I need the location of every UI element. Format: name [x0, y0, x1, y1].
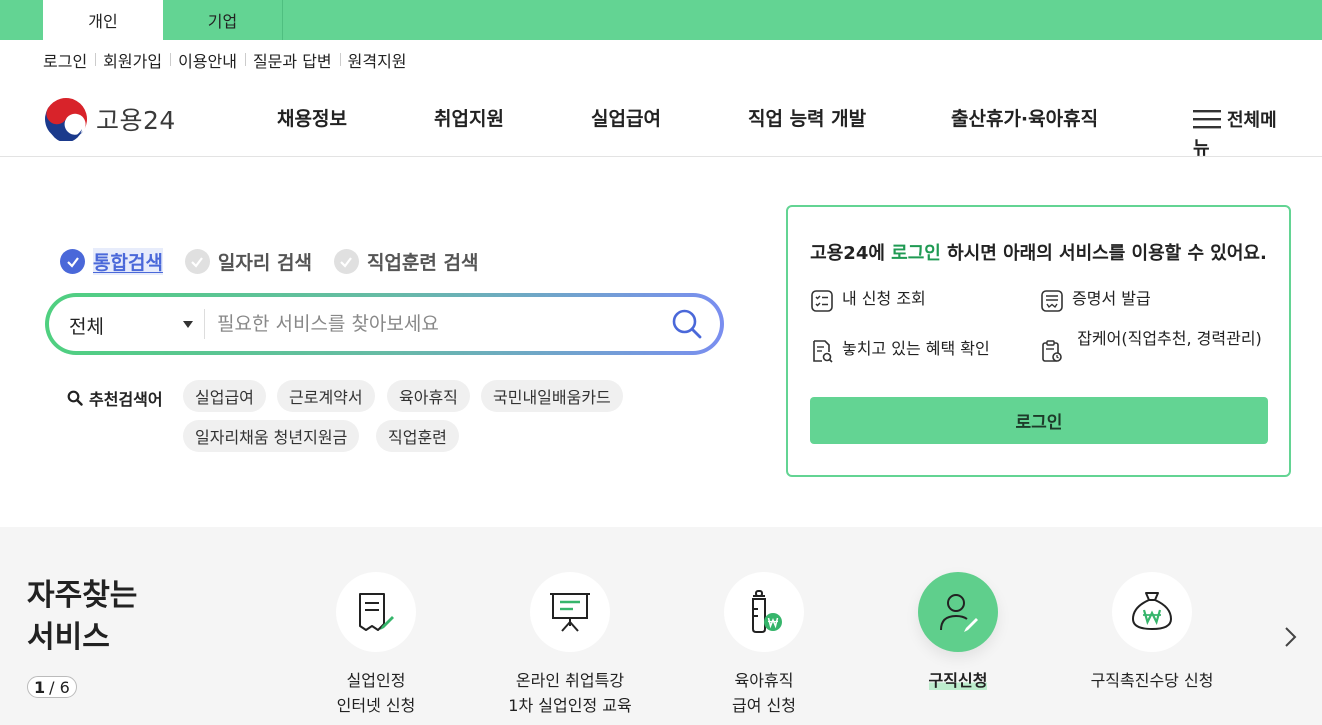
search-button[interactable] [669, 306, 705, 342]
logo-text: 고용24 [96, 106, 176, 135]
service-job-application[interactable]: 구직신청 [858, 572, 1058, 693]
tab-corporate[interactable]: 기업 [163, 0, 283, 40]
keyword-chip[interactable]: 일자리채움 청년지원금 [183, 420, 360, 452]
check-icon [184, 249, 210, 274]
service-label: 구직신청 [928, 671, 988, 690]
frequent-services-title: 자주찾는 서비스 [27, 578, 138, 655]
login-button[interactable]: 로그인 [810, 397, 1268, 444]
search-type-options: 통합검색 일자리 검색 직업훈련 검색 [60, 248, 500, 275]
service-label: 온라인 취업특강 1차 실업인정 교육 [508, 671, 632, 715]
chevron-right-icon[interactable] [1280, 625, 1300, 649]
service-unemployment-recognition[interactable]: 실업인정 인터넷 신청 [276, 572, 476, 718]
search-icon [672, 309, 702, 339]
search-input[interactable] [217, 306, 657, 342]
nav-job-info[interactable]: 채용정보 [277, 104, 347, 131]
category-select[interactable]: 전체 [69, 312, 104, 339]
login-panel-title: 고용24에 로그인 하시면 아래의 서비스를 이용할 수 있어요. [810, 243, 1267, 264]
frequent-services-section: 자주찾는 서비스 1/ 6 실업인정 인터넷 신청 온라인 취업특강 1차 실업… [0, 527, 1322, 725]
utility-links: 로그인 회원가입 이용안내 질문과 답변 원격지원 [43, 48, 415, 72]
top-bar: 개인 기업 [0, 0, 1322, 40]
baby-bottle-icon [752, 590, 782, 633]
money-bag-icon [1131, 592, 1173, 631]
header-divider [0, 156, 1322, 157]
document-search-icon [813, 340, 833, 363]
keyword-chip[interactable]: 육아휴직 [387, 380, 470, 412]
service-label: 육아휴직 급여 신청 [732, 671, 796, 715]
tab-personal[interactable]: 개인 [43, 0, 163, 40]
checklist-icon [811, 290, 833, 312]
recommended-keywords-label: 추천검색어 [67, 386, 163, 410]
hamburger-icon [1193, 110, 1221, 129]
missed-benefits-item[interactable]: 놓치고 있는 혜택 확인 [810, 339, 990, 363]
taegeuk-logo-icon [45, 98, 87, 141]
option-job-search[interactable]: 일자리 검색 [184, 248, 312, 275]
qna-link[interactable]: 질문과 답변 [244, 48, 340, 72]
keyword-chip[interactable]: 실업급여 [183, 380, 266, 412]
service-label: 실업인정 인터넷 신청 [336, 671, 416, 715]
document-edit-icon [359, 593, 394, 631]
check-icon [60, 249, 85, 274]
login-panel: 고용24에 로그인 하시면 아래의 서비스를 이용할 수 있어요. 내 신청 조… [786, 205, 1291, 477]
person-edit-icon [940, 594, 978, 632]
certificate-item[interactable]: 증명서 발급 [1040, 289, 1151, 313]
service-job-seeking-allowance[interactable]: 구직촉진수당 신청 [1052, 572, 1252, 693]
service-label: 구직촉진수당 신청 [1090, 671, 1214, 690]
presentation-board-icon [550, 593, 590, 632]
check-icon [333, 249, 359, 274]
page-indicator: 1/ 6 [27, 676, 77, 698]
search-icon [67, 390, 83, 406]
remote-support-link[interactable]: 원격지원 [339, 48, 415, 72]
nav-employment-support[interactable]: 취업지원 [434, 104, 504, 131]
caret-down-icon[interactable] [183, 321, 193, 328]
option-training-search[interactable]: 직업훈련 검색 [333, 248, 478, 275]
keyword-chip[interactable]: 직업훈련 [376, 420, 459, 452]
logo[interactable]: 고용24 [44, 97, 176, 141]
certificate-icon [1041, 290, 1063, 312]
nav-parental-leave[interactable]: 출산휴가·육아휴직 [951, 104, 1098, 131]
search-box: 전체 [45, 293, 724, 355]
option-integrated-search[interactable]: 통합검색 [60, 248, 163, 275]
jobcare-item[interactable]: 잡케어(직업추천, 경력관리) [1040, 329, 1270, 363]
service-parental-leave-benefit[interactable]: 육아휴직 급여 신청 [664, 572, 864, 718]
my-application-item[interactable]: 내 신청 조회 [810, 289, 926, 313]
signup-link[interactable]: 회원가입 [95, 48, 170, 72]
service-online-lecture[interactable]: 온라인 취업특강 1차 실업인정 교육 [470, 572, 670, 718]
clipboard-icon [1042, 340, 1062, 362]
guide-link[interactable]: 이용안내 [170, 48, 245, 72]
login-link[interactable]: 로그인 [43, 48, 95, 72]
nav-unemployment-benefit[interactable]: 실업급여 [591, 104, 661, 131]
keyword-chip[interactable]: 근로계약서 [277, 380, 375, 412]
nav-vocational-training[interactable]: 직업 능력 개발 [748, 104, 866, 131]
all-menu-button[interactable]: 전체메뉴 [1193, 107, 1283, 163]
keyword-chip[interactable]: 국민내일배움카드 [481, 380, 623, 412]
